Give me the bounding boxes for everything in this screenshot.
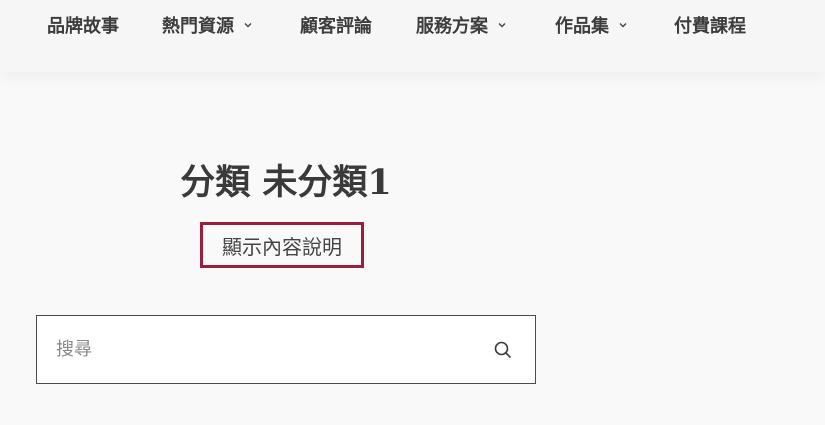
category-description: 顯示內容說明	[200, 222, 364, 268]
search-form	[36, 315, 536, 384]
category-description-text: 顯示內容說明	[222, 234, 342, 259]
nav-item-label: 熱門資源	[162, 16, 234, 37]
nav-item-portfolio[interactable]: 作品集	[555, 11, 628, 39]
nav-item-label: 顧客評論	[300, 16, 372, 37]
search-icon[interactable]	[493, 340, 513, 360]
nav-item-label: 作品集	[555, 16, 609, 37]
chevron-down-icon	[243, 20, 253, 30]
nav-item-service-plans[interactable]: 服務方案	[416, 11, 507, 39]
chevron-down-icon	[497, 20, 507, 30]
nav-item-label: 服務方案	[416, 16, 488, 37]
nav-item-label: 付費課程	[674, 16, 746, 37]
category-title: 分類 未分類1	[180, 162, 392, 203]
chevron-down-icon	[618, 20, 628, 30]
nav-item-brand-story[interactable]: 品牌故事	[47, 11, 119, 39]
category-archive: 分類 未分類1 顯示內容說明	[0, 72, 825, 425]
nav-item-popular-resources[interactable]: 熱門資源	[162, 11, 253, 39]
nav-item-customer-reviews[interactable]: 顧客評論	[300, 11, 372, 39]
nav-item-label: 品牌故事	[47, 16, 119, 37]
search-input[interactable]	[37, 316, 477, 383]
nav-item-paid-courses[interactable]: 付費課程	[674, 11, 746, 39]
top-navigation: 品牌故事 熱門資源 顧客評論 服務方案 作品集 付費課程	[0, 0, 825, 72]
